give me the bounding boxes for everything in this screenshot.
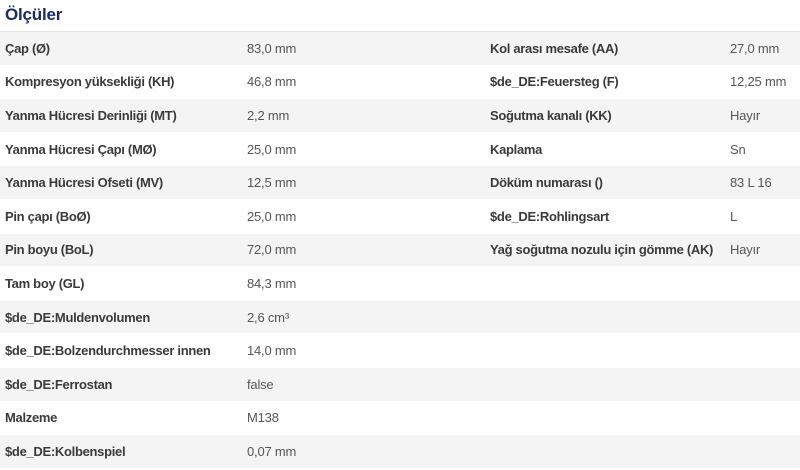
spec-value: 72,0 mm	[247, 242, 297, 258]
spec-value: 27,0 mm	[730, 40, 780, 56]
spec-value: 2,6 cm³	[247, 309, 289, 325]
spec-value: 12,5 mm	[247, 175, 297, 191]
spec-value: false	[247, 376, 274, 392]
spec-label: $de_DE:Feuersteg (F)	[490, 74, 619, 90]
spec-label: Yanma Hücresi Çapı (MØ)	[5, 141, 157, 157]
spec-label: Yağ soğutma nozulu için gömme (AK)	[490, 242, 714, 258]
spec-value: Hayır	[730, 242, 761, 258]
spec-row: Yağ soğutma nozulu için gömme (AK) Hayır	[485, 234, 800, 268]
spec-row: $de_DE:Ferrostan false	[0, 367, 800, 402]
spec-label: Kaplama	[490, 141, 543, 157]
spec-label: Yanma Hücresi Ofseti (MV)	[5, 175, 163, 191]
specs-table: Çap (Ø) 83,0 mm Kompresyon yüksekliği (KH…	[0, 32, 800, 470]
spec-value: L	[730, 208, 738, 224]
spec-value: M138	[247, 410, 279, 426]
spec-row: Soğutma kanalı (KK) Hayır	[485, 99, 800, 133]
spec-value: 25,0 mm	[247, 141, 297, 157]
spec-label: Döküm numarası ()	[490, 175, 603, 191]
spec-label: Kol arası mesafe (AA)	[490, 40, 619, 56]
spec-value: 25,0 mm	[247, 208, 297, 224]
spec-row: Döküm numarası () 83 L 16	[485, 166, 800, 200]
section-header: Ölçüler	[0, 0, 800, 32]
spec-label: $de_DE:Ferrostan	[5, 376, 113, 392]
spec-value: 0,07 mm	[247, 443, 297, 459]
spec-row: Kol arası mesafe (AA) 27,0 mm	[485, 32, 800, 66]
spec-value: 12,25 mm	[730, 74, 787, 90]
specifications-panel: Ölçüler Çap (Ø) 83,0 mm Kompresyon yüksek…	[0, 0, 800, 470]
spec-row: Malzeme M138	[0, 401, 800, 436]
spec-value: 14,0 mm	[247, 343, 297, 359]
spec-label: Yanma Hücresi Derinliği (MT)	[5, 107, 177, 123]
spec-label: Soğutma kanalı (KK)	[490, 107, 612, 123]
spec-label: Tam boy (GL)	[5, 275, 85, 291]
spec-label: $de_DE:Kolbenspiel	[5, 443, 126, 459]
spec-value: Sn	[730, 141, 746, 157]
spec-value: 46,8 mm	[247, 74, 297, 90]
spec-value: Hayır	[730, 107, 761, 123]
specs-column-right: Kol arası mesafe (AA) 27,0 mm $de_DE:Feue…	[485, 32, 800, 268]
section-title: Ölçüler	[5, 5, 63, 24]
spec-value: 2,2 mm	[247, 107, 290, 123]
spec-label: $de_DE:Muldenvolumen	[5, 309, 150, 325]
spec-value: 83 L 16	[730, 175, 772, 191]
spec-row: $de_DE:Bolzendurchmesser innen 14,0 mm	[0, 334, 800, 368]
spec-row: $de_DE:Feuersteg (F) 12,25 mm	[485, 66, 800, 100]
spec-row: Tam boy (GL) 84,3 mm	[0, 267, 800, 301]
spec-value: 84,3 mm	[247, 275, 297, 291]
spec-label: Pin boyu (BoL)	[5, 242, 94, 258]
spec-label: Pin çapı (BoØ)	[5, 208, 91, 224]
spec-row: $de_DE:Muldenvolumen 2,6 cm³	[0, 300, 800, 335]
spec-row: Kaplama Sn	[485, 133, 800, 167]
spec-label: Kompresyon yüksekliği (KH)	[5, 74, 175, 90]
spec-value: 83,0 mm	[247, 40, 297, 56]
specs-column-left: Çap (Ø) 83,0 mm Kompresyon yüksekliği (KH…	[0, 32, 800, 469]
spec-row: $de_DE:Rohlingsart L	[485, 200, 800, 234]
spec-label: $de_DE:Bolzendurchmesser innen	[5, 343, 211, 359]
spec-label: $de_DE:Rohlingsart	[490, 208, 609, 224]
spec-row: $de_DE:Kolbenspiel 0,07 mm	[0, 435, 800, 469]
spec-label: Malzeme	[5, 410, 58, 426]
spec-label: Çap (Ø)	[5, 40, 50, 56]
